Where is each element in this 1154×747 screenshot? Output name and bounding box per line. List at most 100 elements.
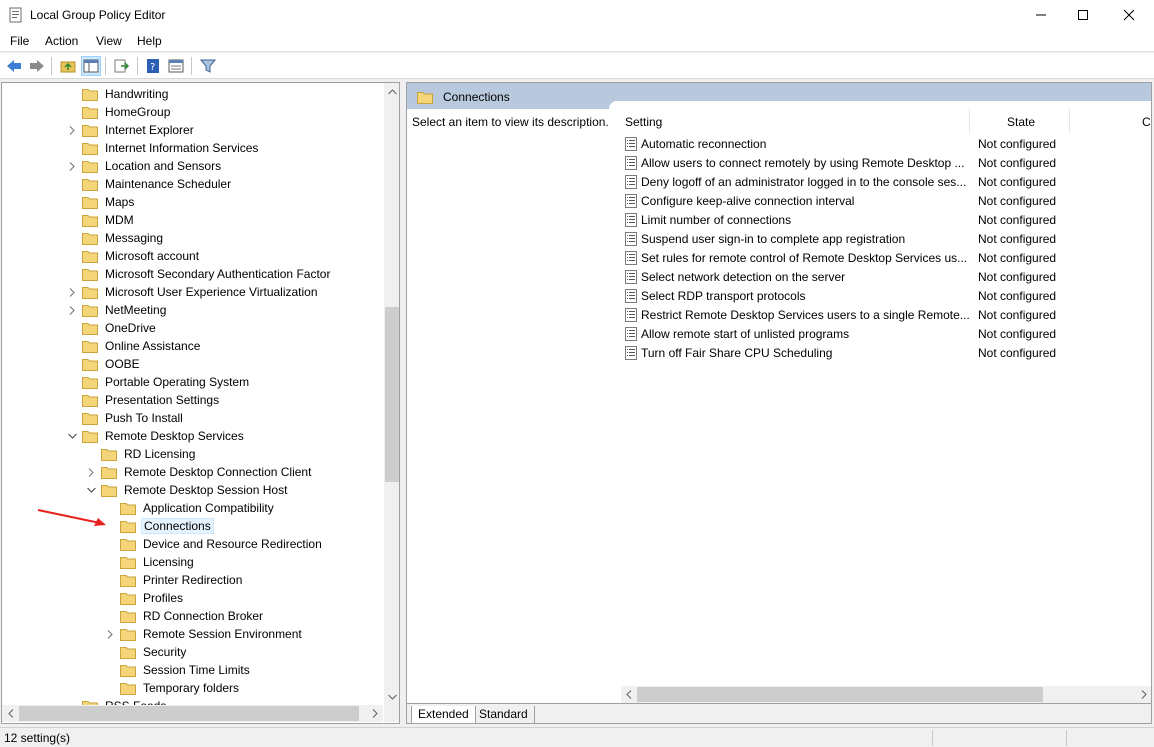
setting-row[interactable]: Suspend user sign-in to complete app reg… (621, 229, 1151, 248)
scroll-left-button[interactable] (2, 705, 19, 722)
tree-item[interactable]: Maintenance Scheduler (66, 175, 233, 193)
scroll-up-button[interactable] (384, 83, 399, 100)
setting-row[interactable]: Configure keep-alive connection interval… (621, 191, 1151, 210)
scroll-thumb[interactable] (637, 687, 1043, 702)
setting-row[interactable]: Limit number of connections Not configure… (621, 210, 1151, 229)
scroll-down-button[interactable] (384, 688, 399, 705)
up-one-level-button[interactable] (58, 56, 78, 76)
tree-item[interactable]: OneDrive (66, 319, 158, 337)
menu-help[interactable]: Help (137, 34, 162, 48)
column-header-state[interactable]: State (1007, 115, 1035, 129)
export-list-button[interactable] (112, 56, 132, 76)
tree-item[interactable]: Remote Session Environment (104, 625, 304, 643)
tree-item[interactable]: NetMeeting (66, 301, 168, 319)
folder-icon (120, 539, 136, 551)
tree-item[interactable]: Session Time Limits (104, 661, 252, 679)
tree-item[interactable]: Push To Install (66, 409, 185, 427)
tree-item[interactable]: Handwriting (66, 85, 170, 103)
tree-item-label: Maps (105, 195, 135, 209)
setting-row[interactable]: Allow remote start of unlisted programs N… (621, 324, 1151, 343)
tree-item[interactable]: Messaging (66, 229, 165, 247)
show-hide-tree-button[interactable] (81, 56, 101, 76)
tree-item[interactable]: Remote Desktop Services (66, 427, 246, 445)
toolbar: ? (0, 53, 1154, 79)
expand-chevron-icon[interactable] (66, 301, 78, 319)
tree-item[interactable]: Connections (104, 517, 214, 535)
tree-vertical-scrollbar[interactable] (384, 83, 399, 705)
setting-row[interactable]: Select network detection on the server No… (621, 267, 1151, 286)
expand-chevron-icon[interactable] (66, 121, 78, 139)
close-button[interactable] (1106, 0, 1152, 30)
tree-item[interactable]: Online Assistance (66, 337, 202, 355)
tree-horizontal-scrollbar[interactable] (2, 705, 383, 722)
tree-item[interactable]: Application Compatibility (104, 499, 276, 517)
tree-item[interactable]: Maps (66, 193, 136, 211)
tree-item-label: RD Connection Broker (143, 609, 264, 623)
tree-item[interactable]: Microsoft account (66, 247, 201, 265)
tree-item[interactable]: Internet Explorer (66, 121, 196, 139)
forward-button[interactable] (27, 56, 47, 76)
tree-item[interactable]: Remote Desktop Connection Client (85, 463, 313, 481)
tree-item[interactable]: RD Connection Broker (104, 607, 265, 625)
help-button[interactable]: ? (143, 56, 163, 76)
tree-item[interactable]: RD Licensing (85, 445, 197, 463)
console-tree[interactable]: Handwriting HomeGroup Internet Explorer Int… (1, 82, 400, 724)
collapse-chevron-icon[interactable] (66, 427, 78, 445)
tree-item[interactable]: Profiles (104, 589, 185, 607)
tree-item[interactable]: Device and Resource Redirection (104, 535, 324, 553)
tab-extended[interactable]: Extended (411, 706, 476, 723)
column-header-setting[interactable]: Setting (625, 115, 662, 129)
menu-view[interactable]: View (96, 34, 122, 48)
menu-action[interactable]: Action (45, 34, 78, 48)
setting-row[interactable]: Allow users to connect remotely by using… (621, 153, 1151, 172)
expand-chevron-icon[interactable] (104, 625, 116, 643)
scroll-thumb[interactable] (19, 706, 359, 721)
setting-row[interactable]: Turn off Fair Share CPU Scheduling Not co… (621, 343, 1151, 362)
setting-row[interactable]: Set rules for remote control of Remote D… (621, 248, 1151, 267)
tree-item[interactable]: Portable Operating System (66, 373, 251, 391)
setting-row[interactable]: Restrict Remote Desktop Services users t… (621, 305, 1151, 324)
tab-standard[interactable]: Standard (473, 706, 535, 723)
back-button[interactable] (4, 56, 24, 76)
collapse-chevron-icon[interactable] (85, 481, 97, 499)
tree-item[interactable]: Internet Information Services (66, 139, 260, 157)
minimize-button[interactable] (1018, 0, 1064, 30)
tree-item[interactable]: Presentation Settings (66, 391, 221, 409)
tree-item[interactable]: Security (104, 643, 188, 661)
menu-file[interactable]: File (10, 34, 29, 48)
expand-chevron-icon[interactable] (85, 463, 97, 481)
tree-item-label: Portable Operating System (105, 375, 250, 389)
folder-icon (120, 575, 136, 587)
maximize-button[interactable] (1060, 0, 1106, 30)
tree-item[interactable]: Printer Redirection (104, 571, 244, 589)
scroll-right-button[interactable] (366, 705, 383, 722)
svg-text:?: ? (150, 62, 155, 73)
expand-chevron-icon[interactable] (66, 283, 78, 301)
tree-item[interactable]: Temporary folders (104, 679, 241, 697)
setting-row[interactable]: Automatic reconnection Not configured (621, 134, 1151, 153)
list-horizontal-scrollbar[interactable] (621, 686, 1151, 703)
filter-button[interactable] (198, 56, 218, 76)
properties-button[interactable] (166, 56, 186, 76)
tree-item[interactable]: OOBE (66, 355, 142, 373)
tree-item-label: Microsoft User Experience Virtualization (105, 285, 318, 299)
scroll-left-button[interactable] (621, 686, 637, 703)
tree-item[interactable]: Microsoft User Experience Virtualization (66, 283, 320, 301)
tree-item[interactable]: Location and Sensors (66, 157, 223, 175)
scroll-right-button[interactable] (1135, 686, 1151, 703)
tree-item[interactable]: Microsoft Secondary Authentication Facto… (66, 265, 332, 283)
tree-item[interactable]: MDM (66, 211, 136, 229)
tree-item[interactable]: Licensing (104, 553, 196, 571)
expand-chevron-icon[interactable] (66, 157, 78, 175)
tree-item[interactable]: Remote Desktop Session Host (85, 481, 289, 499)
view-tabs: Extended Standard (407, 703, 1151, 723)
scroll-thumb[interactable] (385, 307, 399, 482)
folder-icon (82, 179, 98, 191)
setting-row[interactable]: Select RDP transport protocols Not config… (621, 286, 1151, 305)
setting-row[interactable]: Deny logoff of an administrator logged i… (621, 172, 1151, 191)
setting-name: Restrict Remote Desktop Services users t… (641, 308, 970, 322)
column-header-comment[interactable]: C (1142, 115, 1151, 129)
tree-item-label: Session Time Limits (143, 663, 250, 677)
tree-item[interactable]: HomeGroup (66, 103, 172, 121)
tree-item[interactable]: RSS Feeds (66, 697, 168, 705)
